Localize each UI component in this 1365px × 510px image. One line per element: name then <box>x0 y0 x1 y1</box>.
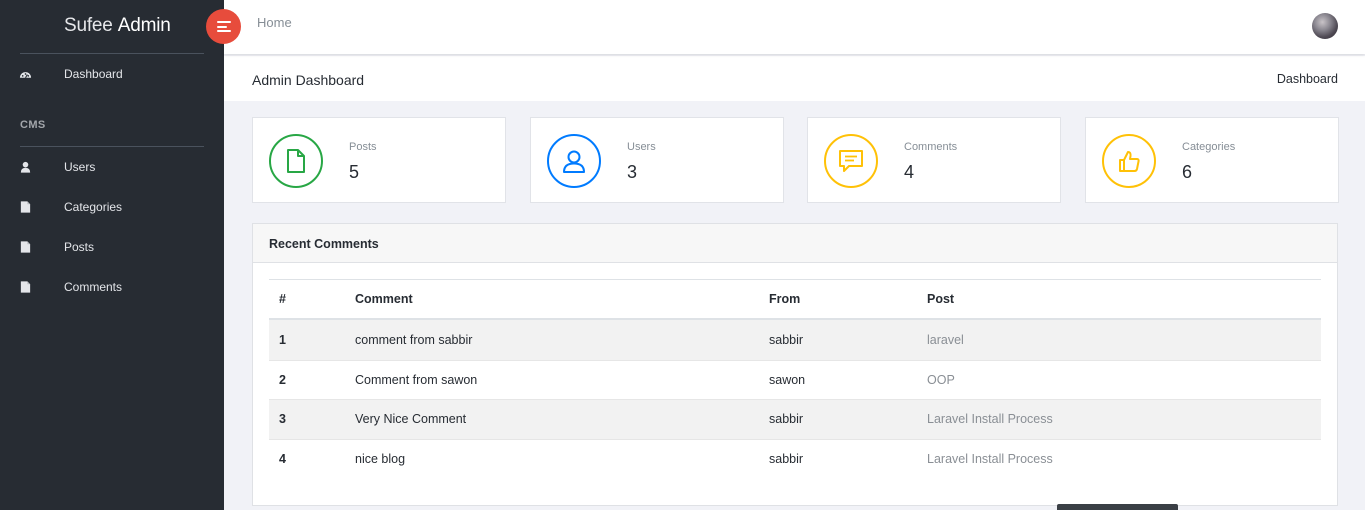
file-icon <box>20 201 31 213</box>
sidebar-item-categories[interactable]: Categories <box>0 192 224 222</box>
stat-card-users: Users 3 <box>530 117 784 203</box>
sidebar-item-label: Comments <box>64 280 123 294</box>
row-from: sabbir <box>769 332 804 347</box>
table-row: 1 comment from sabbir sabbir laravel <box>269 320 1321 360</box>
row-comment: Comment from sawon <box>355 372 478 387</box>
row-from: sabbir <box>769 412 804 427</box>
row-id: 3 <box>279 412 286 427</box>
table-row: 2 Comment from sawon sawon OOP <box>269 359 1321 400</box>
stat-label: Comments <box>904 141 958 153</box>
user-icon <box>20 161 31 173</box>
row-post-link[interactable]: laravel <box>927 333 964 347</box>
sidebar-divider <box>20 146 204 147</box>
row-from: sawon <box>769 372 806 387</box>
table-header-row: # Comment From Post <box>269 280 1321 320</box>
card-header: Recent Comments <box>253 224 1337 263</box>
row-id: 2 <box>279 372 286 387</box>
row-post-link[interactable]: Laravel Install Process <box>927 412 1053 426</box>
column-header: # <box>279 292 286 306</box>
stat-card-categories: Categories 6 <box>1085 117 1339 203</box>
row-post-link[interactable]: Laravel Install Process <box>927 452 1053 466</box>
comments-table: # Comment From Post 1 comment from sabbi… <box>269 279 1321 478</box>
menu-icon <box>216 21 231 32</box>
table-row: 3 Very Nice Comment sabbir Laravel Insta… <box>269 399 1321 439</box>
sidebar-section-title: CMS <box>20 119 46 131</box>
recent-comments-card: Recent Comments # Comment From Post 1 co… <box>252 223 1338 506</box>
comment-icon <box>824 134 878 188</box>
stat-value: 4 <box>904 162 915 182</box>
menu-toggle-button[interactable] <box>206 9 241 44</box>
brand-logo-text[interactable]: Sufee Admin <box>64 15 171 37</box>
row-id: 4 <box>279 451 286 466</box>
stat-label: Users <box>627 141 656 153</box>
table-row: 4 nice blog sabbir Laravel Install Proce… <box>269 438 1321 479</box>
user-icon <box>547 134 601 188</box>
column-header: Post <box>927 292 955 306</box>
sidebar-item-label: Dashboard <box>64 67 123 81</box>
dashboard-icon <box>19 72 32 78</box>
sidebar-item-label: Categories <box>64 200 123 214</box>
document-icon <box>269 134 323 188</box>
stat-label: Posts <box>349 141 377 153</box>
row-post-link[interactable]: OOP <box>927 373 955 387</box>
breadcrumb-bar: Admin Dashboard Dashboard <box>224 56 1365 101</box>
file-icon <box>20 241 31 253</box>
column-header: Comment <box>355 292 413 306</box>
sidebar-item-users[interactable]: Users <box>0 152 224 182</box>
row-comment: Very Nice Comment <box>355 412 467 427</box>
stat-value: 6 <box>1182 162 1193 182</box>
page-title: Admin Dashboard <box>252 72 365 88</box>
stat-label: Categories <box>1182 141 1236 153</box>
sidebar: Sufee Admin Dashboard CMS Users Categori… <box>0 0 224 510</box>
row-comment: nice blog <box>355 451 406 466</box>
row-id: 1 <box>279 332 286 347</box>
sidebar-item-label: Posts <box>64 240 95 254</box>
user-avatar[interactable] <box>1312 13 1338 39</box>
thumbs-up-icon <box>1102 134 1156 188</box>
sidebar-item-comments[interactable]: Comments <box>0 272 224 302</box>
row-from: sabbir <box>769 451 804 466</box>
brand-divider <box>20 53 204 54</box>
sidebar-item-posts[interactable]: Posts <box>0 232 224 262</box>
brand[interactable]: Sufee Admin <box>0 0 224 54</box>
floating-panel-edge <box>1057 504 1178 510</box>
stat-value: 5 <box>349 162 360 182</box>
home-link[interactable]: Home <box>257 15 292 30</box>
row-comment: comment from sabbir <box>355 332 473 347</box>
breadcrumb-current[interactable]: Dashboard <box>1277 72 1338 86</box>
stat-card-comments: Comments 4 <box>807 117 1061 203</box>
card-title: Recent Comments <box>269 237 379 251</box>
stat-value: 3 <box>627 162 638 182</box>
stat-card-posts: Posts 5 <box>252 117 506 203</box>
file-icon <box>20 281 31 293</box>
column-header: From <box>769 292 801 306</box>
sidebar-item-dashboard[interactable]: Dashboard <box>0 59 224 89</box>
top-header: Home <box>224 0 1365 54</box>
sidebar-item-label: Users <box>64 160 96 174</box>
